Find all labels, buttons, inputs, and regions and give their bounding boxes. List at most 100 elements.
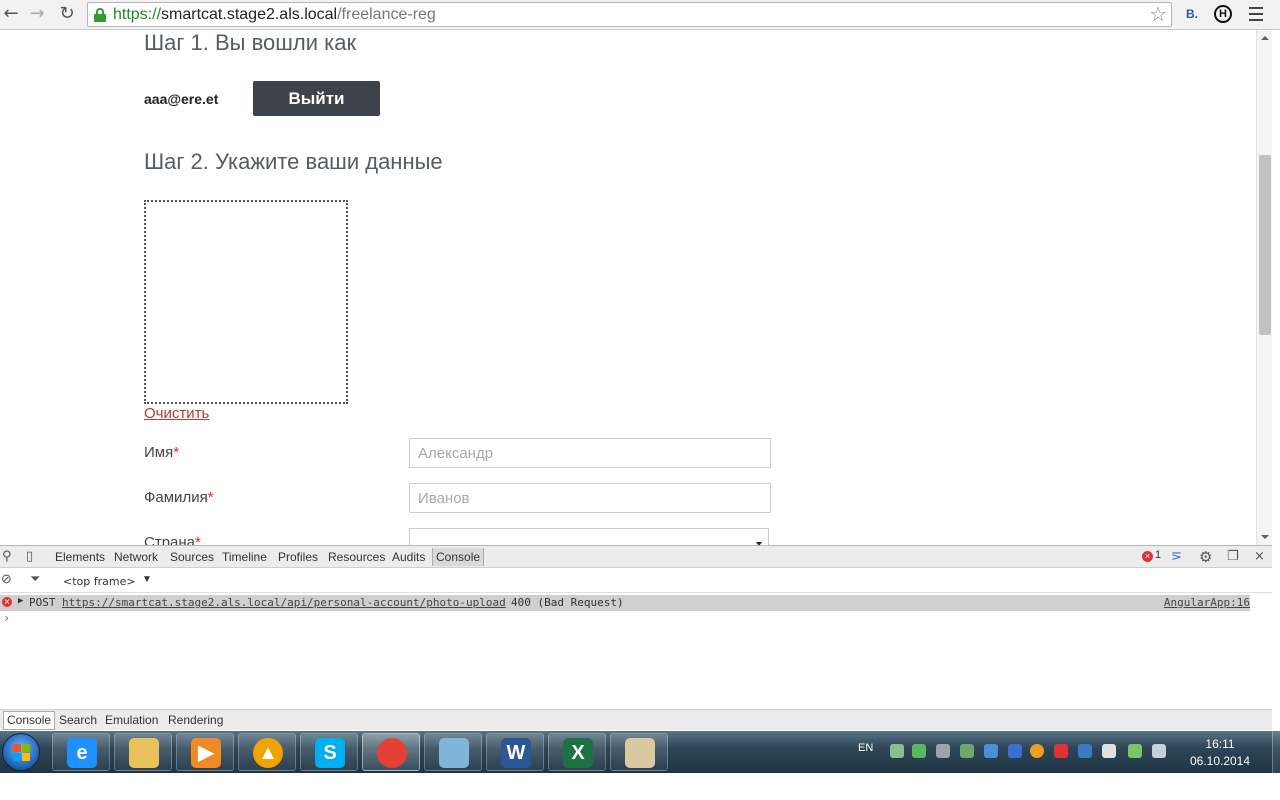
taskbar-notepad-button[interactable] (424, 733, 482, 771)
taskbar-aimp-button[interactable]: ▲ (238, 733, 296, 771)
drawer-tab-rendering[interactable]: Rendering (168, 713, 223, 727)
show-desktop-button[interactable] (1272, 731, 1280, 773)
browser-toolbar: ← → ↻ https://smartcat.stage2.als.local/… (0, 0, 1280, 30)
right-edge (1272, 30, 1280, 800)
reload-icon[interactable]: ↻ (56, 3, 78, 25)
console-error-line[interactable]: × ▶ POST https://smartcat.stage2.als.loc… (0, 595, 1250, 611)
url-text: https://smartcat.stage2.als.local/freela… (113, 6, 436, 23)
tray-alert-icon[interactable] (1030, 744, 1044, 758)
bookmark-star-icon[interactable]: ☆ (1149, 3, 1167, 26)
tab-network[interactable]: Network (114, 550, 158, 564)
scrollbar-thumb[interactable] (1259, 155, 1271, 335)
extension-h-icon[interactable]: H (1214, 5, 1232, 23)
word-icon: W (501, 738, 531, 768)
expand-triangle-icon[interactable]: ▶ (18, 596, 23, 606)
country-select[interactable] (409, 528, 769, 545)
show-drawer-icon[interactable]: ⋝ (1171, 549, 1182, 565)
bluetooth-icon[interactable] (1008, 744, 1022, 758)
filter-icon[interactable]: ⏷ (30, 572, 40, 588)
back-arrow-icon[interactable]: ← (0, 3, 22, 25)
excel-icon: X (563, 738, 593, 768)
country-label: Страна* (144, 534, 201, 545)
tray-tool-icon[interactable] (936, 744, 950, 758)
devtools-drawer-tabbar: Console Search Emulation Rendering (0, 709, 1272, 730)
step1-title: Шаг 1. Вы вошли как (144, 30, 357, 55)
scroll-up-icon[interactable] (1261, 36, 1269, 40)
error-counter[interactable]: × 1 (1142, 549, 1161, 562)
dock-icon[interactable]: ❐ (1227, 549, 1239, 565)
tab-elements[interactable]: Elements (55, 550, 105, 564)
signal-icon[interactable] (1128, 744, 1142, 758)
search-icon[interactable]: ⚲ (2, 549, 12, 565)
last-name-input[interactable]: Иванов (409, 483, 771, 513)
taskbar-media-player-button[interactable]: ▶ (176, 733, 234, 771)
console-prompt[interactable]: › (3, 611, 10, 625)
page-scrollbar[interactable] (1256, 30, 1272, 545)
tab-timeline[interactable]: Timeline (222, 550, 267, 564)
tab-sources[interactable]: Sources (170, 550, 214, 564)
internet-explorer-icon: e (67, 738, 97, 768)
devtools-panel: ⚲ ▯ Elements Network Sources Timeline Pr… (0, 545, 1272, 731)
tray-device-icon[interactable] (984, 744, 998, 758)
start-button[interactable] (2, 733, 40, 771)
tab-resources[interactable]: Resources (328, 550, 385, 564)
action-center-flag-icon[interactable] (1078, 744, 1092, 758)
logout-button[interactable]: Выйти (253, 81, 380, 116)
volume-icon[interactable] (1152, 744, 1166, 758)
windows-taskbar: e ▶ ▲ S W X EN 16:11 06.10.2014 (0, 731, 1280, 773)
request-url-link[interactable]: https://smartcat.stage2.als.local/api/pe… (62, 596, 506, 609)
first-name-placeholder: Александр (418, 445, 494, 462)
taskbar-skype-button[interactable]: S (300, 733, 358, 771)
photo-upload-area[interactable] (144, 200, 348, 404)
tab-audits[interactable]: Audits (392, 550, 425, 564)
windows-logo-icon (13, 744, 31, 762)
language-indicator[interactable]: EN (858, 742, 873, 754)
taskbar-word-button[interactable]: W (486, 733, 544, 771)
settings-gear-icon[interactable]: ⚙ (1199, 549, 1212, 565)
system-tray: EN 16:11 06.10.2014 (850, 731, 1280, 773)
first-name-input[interactable]: Александр (409, 438, 771, 468)
clock[interactable]: 16:11 06.10.2014 (1180, 736, 1260, 770)
tab-profiles[interactable]: Profiles (278, 550, 318, 564)
extension-b-icon[interactable]: B. (1183, 5, 1201, 23)
last-name-placeholder: Иванов (418, 490, 470, 507)
last-name-label: Фамилия* (144, 489, 214, 506)
bottom-margin (0, 773, 1280, 800)
drawer-tab-emulation[interactable]: Emulation (105, 713, 158, 727)
taskbar-paint-button[interactable] (610, 733, 668, 771)
first-name-label: Имя* (144, 444, 180, 461)
tray-check-icon[interactable] (912, 744, 926, 758)
frame-selector[interactable]: <top frame> (63, 575, 136, 588)
device-mode-icon[interactable]: ▯ (26, 549, 33, 565)
aimp-icon: ▲ (253, 738, 283, 768)
notepad-icon (439, 738, 469, 768)
battery-icon[interactable] (1102, 744, 1116, 758)
antivirus-icon[interactable] (1054, 744, 1068, 758)
source-link[interactable]: AngularApp:16 (1164, 596, 1250, 609)
step2-title: Шаг 2. Укажите ваши данные (144, 149, 443, 174)
file-explorer-icon (129, 738, 159, 768)
chrome-menu-icon[interactable] (1249, 7, 1263, 21)
drawer-tab-search[interactable]: Search (59, 713, 97, 727)
tray-app-icon[interactable] (890, 744, 904, 758)
clear-photo-link[interactable]: Очистить (144, 405, 209, 422)
taskbar-excel-button[interactable]: X (548, 733, 606, 771)
skype-icon: S (315, 738, 345, 768)
media-player-icon: ▶ (191, 738, 221, 768)
taskbar-chrome-button[interactable] (362, 733, 420, 771)
frame-dropdown-icon[interactable]: ▼ (142, 574, 152, 585)
tab-console[interactable]: Console (432, 548, 485, 566)
chrome-icon (377, 738, 407, 768)
close-icon[interactable]: × (1254, 549, 1265, 565)
scroll-down-icon[interactable] (1261, 535, 1269, 539)
taskbar-internet-explorer-button[interactable]: e (52, 733, 110, 771)
clear-console-icon[interactable]: ⊘ (1, 572, 12, 588)
drawer-tab-console[interactable]: Console (3, 711, 56, 730)
address-bar[interactable]: https://smartcat.stage2.als.local/freela… (87, 2, 1172, 27)
tray-network-icon[interactable] (960, 744, 974, 758)
request-method: POST (29, 596, 56, 609)
taskbar-file-explorer-button[interactable] (114, 733, 172, 771)
devtools-tabbar: ⚲ ▯ Elements Network Sources Timeline Pr… (0, 545, 1272, 568)
lock-icon (94, 8, 106, 22)
forward-arrow-icon[interactable]: → (26, 3, 48, 25)
